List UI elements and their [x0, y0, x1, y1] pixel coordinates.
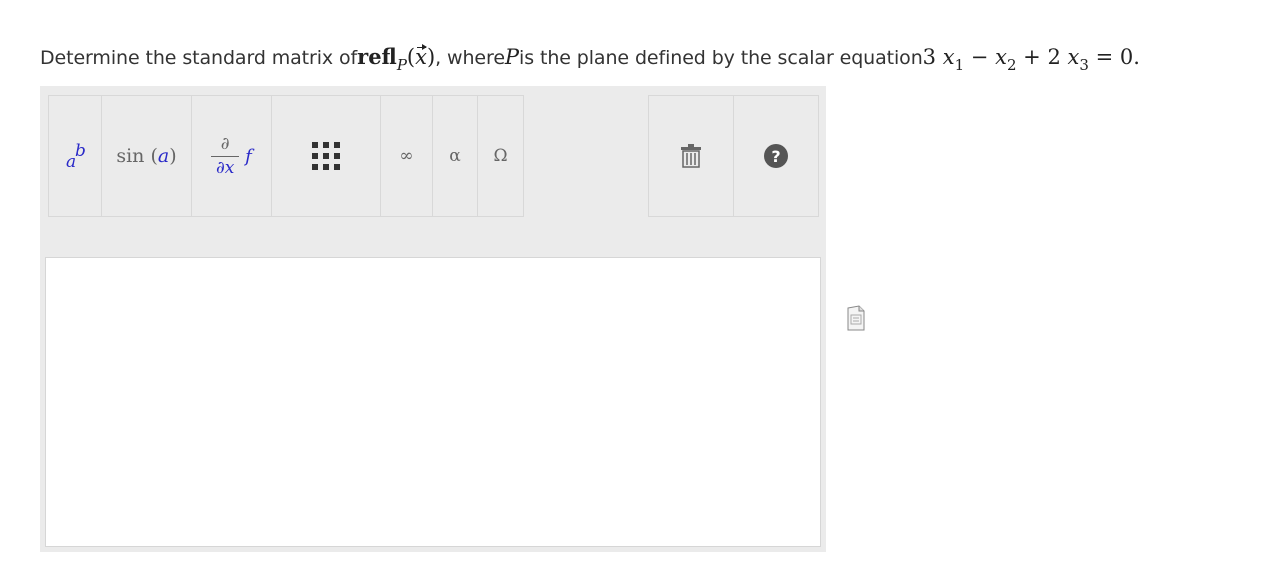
trash-icon [681, 144, 701, 168]
derivative-icon: ∂ ∂x f [211, 134, 252, 178]
reflection-expression: reflP(x) [357, 44, 436, 74]
help-icon: ? [764, 144, 788, 168]
question-prefix: Determine the standard matrix of [40, 47, 358, 69]
question-middle-2: is the plane defined by the scalar equat… [519, 47, 923, 69]
matrix-button[interactable] [271, 95, 381, 217]
infinity-icon: ∞ [399, 146, 414, 166]
plane-variable: P [504, 45, 520, 69]
question-text: Determine the standard matrix of reflP(x… [40, 44, 1140, 78]
symbol-icon: Ω [493, 146, 508, 166]
alpha-button[interactable]: α [432, 95, 478, 217]
derivative-button[interactable]: ∂ ∂x f [191, 95, 272, 217]
superscript-icon: a b [66, 141, 86, 172]
scalar-equation: 3 x1 − x2 + 2 x3 = 0. [922, 45, 1140, 74]
greek-letter-icon: α [449, 146, 461, 166]
clear-button[interactable] [648, 95, 734, 217]
document-icon[interactable] [847, 305, 865, 331]
math-editor: a b sin (a) ∂ ∂x f ∞ α Ω ? [40, 86, 826, 552]
help-button[interactable]: ? [733, 95, 819, 217]
power-button[interactable]: a b [48, 95, 102, 217]
sin-button[interactable]: sin (a) [101, 95, 192, 217]
function-icon: sin (a) [116, 145, 177, 167]
answer-input-area[interactable] [45, 257, 821, 547]
question-middle: , where [435, 47, 505, 69]
infinity-button[interactable]: ∞ [380, 95, 433, 217]
omega-button[interactable]: Ω [477, 95, 524, 217]
matrix-icon [312, 142, 340, 170]
